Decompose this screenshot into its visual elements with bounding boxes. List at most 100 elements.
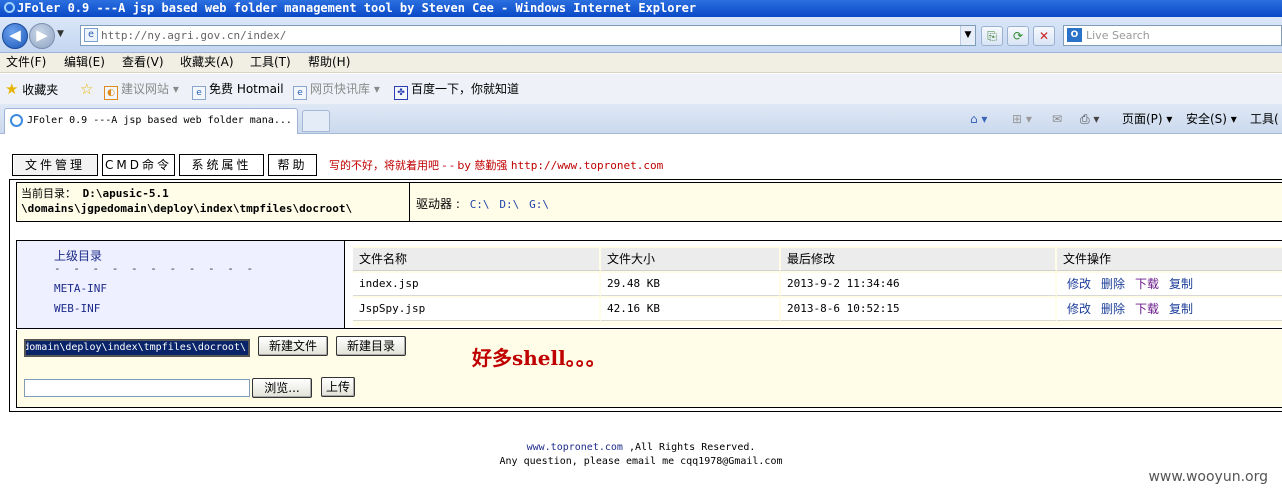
menu-edit[interactable]: 编辑(E): [64, 53, 105, 72]
tab-system-properties[interactable]: 系统属性: [179, 154, 264, 176]
history-dropdown-icon[interactable]: ▼: [57, 29, 69, 41]
dir-link-meta-inf[interactable]: META-INF: [54, 282, 107, 295]
mail-icon[interactable]: ✉: [1052, 110, 1062, 128]
tab-cmd[interactable]: CMD命令: [102, 154, 175, 176]
drive-d-link[interactable]: D:\: [499, 198, 519, 211]
current-directory: 当前目录： D:\apusic-5.1 \domains\jgpedomain\…: [17, 183, 410, 221]
menu-tools[interactable]: 工具(T): [250, 53, 291, 72]
upload-button[interactable]: 上传: [321, 377, 355, 397]
new-directory-button[interactable]: 新建目录: [336, 336, 406, 356]
fav-suggested-label: 建议网站 ▾: [121, 82, 179, 96]
tab-bar: JFoler 0.9 ---A jsp based web folder man…: [0, 104, 1282, 134]
ie-logo-icon: [4, 2, 15, 13]
copy-link[interactable]: 复制: [1169, 277, 1193, 291]
edit-link[interactable]: 修改: [1067, 277, 1091, 291]
directory-row: 当前目录： D:\apusic-5.1 \domains\jgpedomain\…: [16, 182, 1282, 222]
home-icon[interactable]: ⌂ ▾: [970, 110, 987, 128]
safety-menu[interactable]: 安全(S) ▾: [1186, 110, 1237, 128]
watermark: www.wooyun.org: [1148, 469, 1268, 485]
drive-c-link[interactable]: C:\: [470, 198, 490, 211]
menu-bar: 文件(F) 编辑(E) 查看(V) 收藏夹(A) 工具(T) 帮助(H): [0, 53, 1282, 73]
page-icon: e: [192, 86, 206, 100]
feeds-icon[interactable]: ⊞ ▾: [1012, 110, 1032, 128]
print-icon[interactable]: ⎙ ▾: [1080, 110, 1099, 128]
drives-label: 驱动器 :: [416, 197, 460, 211]
new-file-button[interactable]: 新建文件: [258, 336, 328, 356]
col-header-actions: 文件操作: [1057, 248, 1282, 271]
file-modified-cell: 2013-9-2 11:34:46: [781, 273, 1057, 296]
favorites-button[interactable]: ★ 收藏夹: [5, 74, 58, 105]
download-link[interactable]: 下载: [1135, 302, 1159, 316]
tools-menu[interactable]: 工具(: [1250, 110, 1279, 128]
window-titlebar: JFoler 0.9 ---A jsp based web folder man…: [0, 0, 1282, 17]
baidu-paw-icon: ✤: [394, 86, 408, 100]
back-button[interactable]: ◀: [2, 23, 28, 49]
delete-link[interactable]: 删除: [1101, 302, 1125, 316]
footer-contact: Any question, please email me cqq1978@Gm…: [499, 456, 783, 467]
dir-link-web-inf[interactable]: WEB-INF: [54, 302, 100, 315]
file-actions-cell: 修改 删除 下载 复制: [1057, 273, 1282, 296]
address-toolbar: ◀ ▶ ▼ e http://ny.agri.gov.cn/index/ ▼ ⎘…: [0, 17, 1282, 53]
col-header-size: 文件大小: [601, 248, 781, 271]
file-actions-cell: 修改 删除 下载 复制: [1057, 298, 1282, 321]
page-content: 文件管理 CMD命令 系统属性 帮助 写的不好，将就着用吧 - - by 慈勤强…: [0, 135, 1282, 489]
page-icon: e: [84, 28, 98, 42]
copy-link[interactable]: 复制: [1169, 302, 1193, 316]
address-dropdown-icon[interactable]: ▼: [960, 26, 975, 45]
tab-help[interactable]: 帮助: [268, 154, 317, 176]
page-menu[interactable]: 页面(P) ▾: [1122, 110, 1172, 128]
footer-rights: ,All Rights Reserved.: [628, 442, 756, 453]
menu-file[interactable]: 文件(F): [6, 53, 46, 72]
file-name-cell[interactable]: JspSpy.jsp: [353, 298, 601, 321]
file-manager-panel: 当前目录： D:\apusic-5.1 \domains\jgpedomain\…: [9, 179, 1282, 412]
search-field[interactable]: O Live Search: [1063, 25, 1282, 46]
refresh-icon[interactable]: ⟳: [1007, 26, 1029, 46]
new-tab-button[interactable]: [302, 110, 330, 132]
page-footer: www.topronet.com ,All Rights Reserved. A…: [0, 441, 1282, 469]
col-header-modified: 最后修改: [781, 248, 1057, 271]
menu-favorites[interactable]: 收藏夹(A): [180, 53, 234, 72]
favorites-label: 收藏夹: [22, 83, 59, 97]
file-browser: 上级目录 - - - - - - - - - - - META-INF WEB-…: [16, 240, 1282, 329]
download-link[interactable]: 下载: [1135, 277, 1159, 291]
upload-file-input[interactable]: [24, 379, 250, 397]
menu-help[interactable]: 帮助(H): [308, 53, 350, 72]
address-field[interactable]: e http://ny.agri.gov.cn/index/: [80, 25, 976, 46]
browse-button[interactable]: 浏览...: [252, 378, 312, 398]
drive-g-link[interactable]: G:\: [529, 198, 549, 211]
browser-tab-title: JFoler 0.9 ---A jsp based web folder man…: [27, 115, 292, 126]
current-dir-path-1: D:\apusic-5.1: [82, 187, 169, 200]
separator: - - - - - - - - - - -: [54, 262, 257, 275]
fav-hotmail[interactable]: e 免费 Hotmail: [192, 74, 284, 104]
tagline-text: 写的不好，将就着用吧 - - by 慈勤强: [329, 159, 508, 172]
tagline-url[interactable]: http://www.topronet.com: [511, 159, 663, 172]
favorites-bar: ★ 收藏夹 ☆ ◐ 建议网站 ▾ e 免费 Hotmail e 网页快讯库 ▾ ✤ 百度…: [0, 74, 1282, 104]
footer-site-link[interactable]: www.topronet.com: [527, 442, 623, 453]
annotation-note: 好多shell。。。: [472, 346, 606, 370]
path-input[interactable]: \domains\jgpedomain\deploy\index\tmpfile…: [24, 339, 250, 357]
file-modified-cell: 2013-8-6 10:52:15: [781, 298, 1057, 321]
address-value: http://ny.agri.gov.cn/index/: [101, 29, 287, 42]
tab-file-manager[interactable]: 文件管理: [12, 154, 98, 176]
fav-web-slices-label: 网页快讯库 ▾: [310, 82, 380, 96]
fav-baidu[interactable]: ✤ 百度一下，你就知道: [394, 74, 519, 104]
browser-tab[interactable]: JFoler 0.9 ---A jsp based web folder man…: [4, 108, 298, 134]
file-name-cell[interactable]: index.jsp: [353, 273, 601, 296]
fav-baidu-label: 百度一下，你就知道: [411, 82, 520, 96]
page-icon: e: [293, 86, 307, 100]
file-size-cell: 29.48 KB: [601, 273, 781, 296]
compatibility-icon[interactable]: ⎘: [981, 26, 1003, 46]
stop-icon[interactable]: ✕: [1033, 26, 1055, 46]
delete-link[interactable]: 删除: [1101, 277, 1125, 291]
current-dir-label: 当前目录：: [21, 187, 76, 200]
menu-view[interactable]: 查看(V): [122, 53, 164, 72]
add-favorites-icon[interactable]: ☆: [80, 74, 93, 105]
drive-list: 驱动器 : C:\ D:\ G:\: [416, 195, 549, 212]
col-header-name: 文件名称: [353, 248, 601, 271]
forward-button[interactable]: ▶: [29, 23, 55, 49]
fav-web-slices[interactable]: e 网页快讯库 ▾: [293, 74, 380, 104]
current-dir-path-2: \domains\jgpedomain\deploy\index\tmpfile…: [21, 202, 353, 215]
fav-suggested-sites[interactable]: ◐ 建议网站 ▾: [104, 74, 179, 104]
edit-link[interactable]: 修改: [1067, 302, 1091, 316]
live-search-icon: O: [1067, 28, 1082, 42]
